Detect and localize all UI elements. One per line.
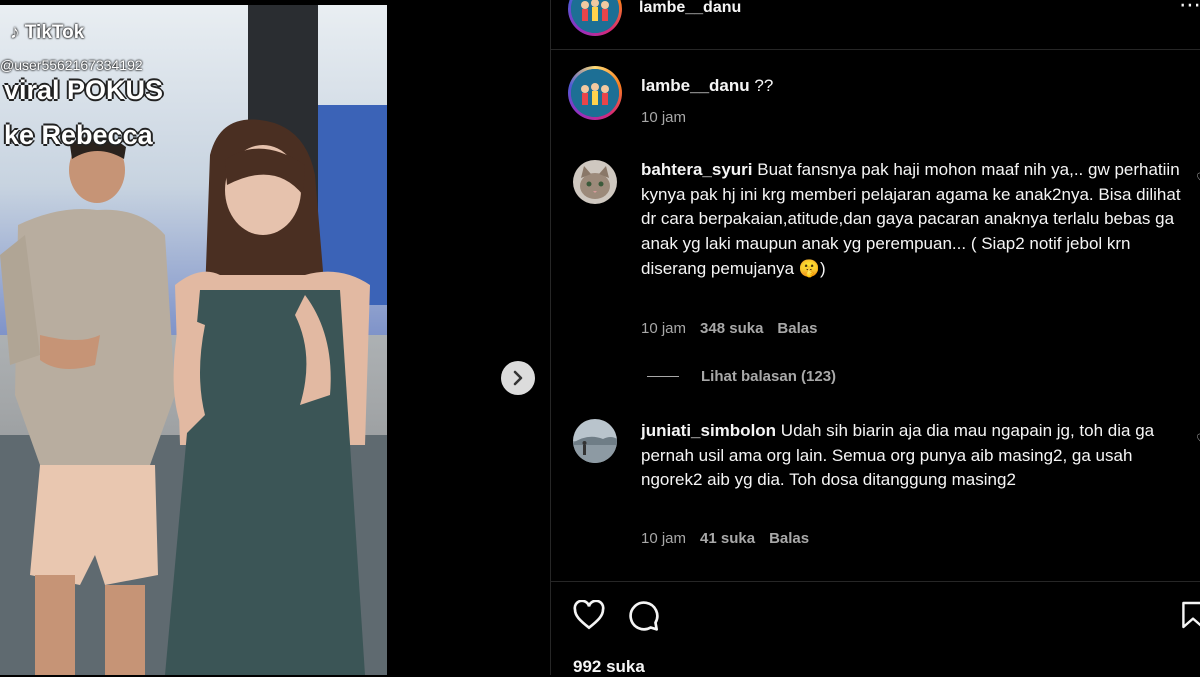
view-replies-label: Lihat balasan (123) bbox=[701, 368, 837, 385]
author-avatar[interactable] bbox=[568, 0, 622, 36]
landscape-avatar-icon bbox=[573, 419, 617, 463]
reply-button[interactable]: Balas bbox=[769, 530, 809, 547]
comment-meta: 10 jam 348 suka Balas bbox=[641, 320, 817, 337]
comment-time: 10 jam bbox=[641, 320, 687, 337]
caption-text: ?? bbox=[754, 76, 774, 95]
comment-likes[interactable]: 348 suka bbox=[700, 320, 763, 337]
avatar-art-icon bbox=[571, 69, 619, 117]
comment-username[interactable]: juniati_simbolon bbox=[641, 421, 776, 440]
post-media[interactable]: ♪ TikTok @user5562167334192 viral POKUS … bbox=[0, 5, 387, 675]
post-caption: lambe__danu ?? bbox=[641, 76, 773, 96]
tiktok-logo: ♪ TikTok bbox=[10, 22, 85, 43]
replies-divider bbox=[647, 376, 679, 377]
post-header: lambe__danu ⋯ bbox=[551, 0, 1200, 50]
post-author-name[interactable]: lambe__danu bbox=[639, 0, 741, 17]
like-comment-heart-icon[interactable]: ♡ bbox=[1196, 431, 1200, 448]
like-comment-heart-icon[interactable]: ♡ bbox=[1196, 170, 1200, 187]
post-actions: 992 suka bbox=[551, 581, 1200, 676]
media-person-female bbox=[165, 119, 370, 675]
comment-body: bahtera_syuri Buat fansnya pak haji moho… bbox=[641, 158, 1181, 282]
caption-username[interactable]: lambe__danu bbox=[641, 76, 750, 95]
comment-likes[interactable]: 41 suka bbox=[700, 530, 755, 547]
caption-avatar[interactable] bbox=[568, 66, 622, 120]
tiktok-username: @user5562167334192 bbox=[0, 57, 143, 73]
post-panel: lambe__danu ⋯ lambe__danu ?? 10 jam baht… bbox=[550, 0, 1200, 676]
comment-bubble-icon[interactable] bbox=[628, 600, 660, 632]
media-person-male bbox=[0, 135, 175, 675]
chevron-right-icon bbox=[513, 370, 523, 386]
media-caption-line2: ke Rebecca bbox=[4, 120, 153, 150]
next-media-button[interactable] bbox=[501, 361, 535, 395]
post-like-count[interactable]: 992 suka bbox=[573, 657, 645, 677]
like-heart-icon[interactable] bbox=[573, 600, 605, 630]
cat-avatar-icon bbox=[573, 160, 617, 204]
comment-meta: 10 jam 41 suka Balas bbox=[641, 530, 809, 547]
bookmark-icon[interactable] bbox=[1181, 600, 1200, 630]
avatar-art-icon bbox=[571, 0, 619, 33]
comment-time: 10 jam bbox=[641, 530, 687, 547]
comment-body: juniati_simbolon Udah sih biarin aja dia… bbox=[641, 419, 1181, 493]
comment-username[interactable]: bahtera_syuri bbox=[641, 160, 753, 179]
media-caption-line1: viral POKUS bbox=[4, 75, 164, 105]
more-options-icon[interactable]: ⋯ bbox=[1179, 0, 1200, 18]
reply-button[interactable]: Balas bbox=[777, 320, 817, 337]
tiktok-icon: ♪ bbox=[10, 22, 20, 43]
caption-time: 10 jam bbox=[641, 109, 687, 126]
commenter-avatar[interactable] bbox=[573, 160, 617, 204]
view-replies-button[interactable]: Lihat balasan (123) bbox=[647, 368, 836, 385]
commenter-avatar[interactable] bbox=[573, 419, 617, 463]
